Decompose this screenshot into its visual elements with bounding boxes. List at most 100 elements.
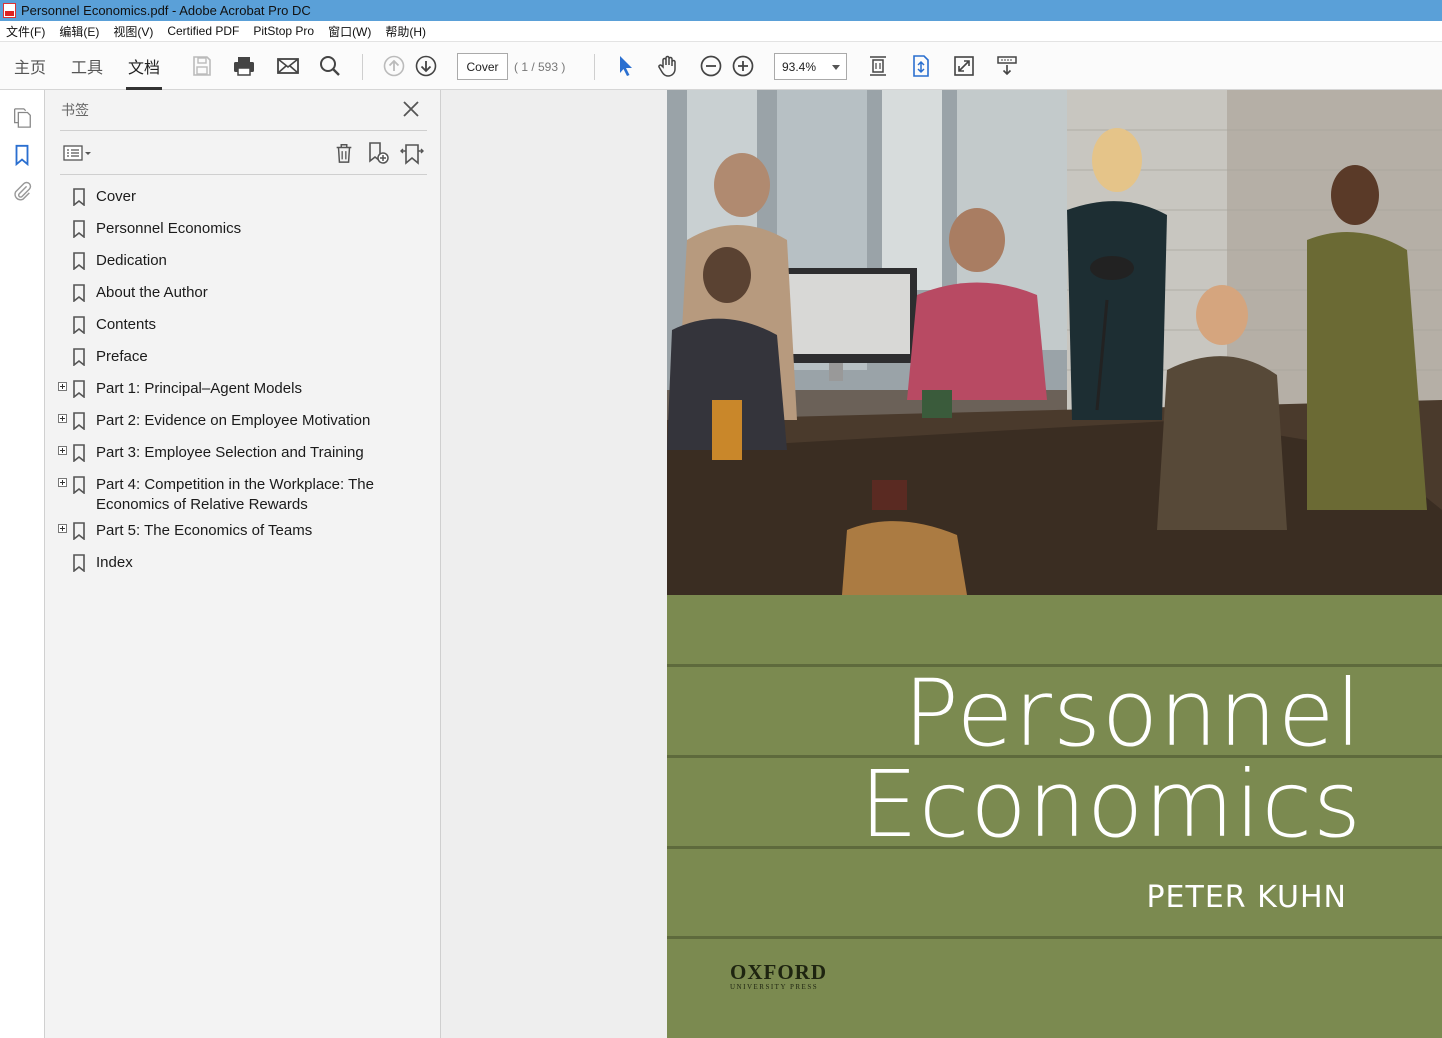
bookmark-icon: [72, 220, 86, 239]
zoom-out-icon[interactable]: [698, 42, 724, 90]
menu-certified-pdf[interactable]: Certified PDF: [167, 24, 239, 38]
bookmark-item[interactable]: Contents: [45, 314, 441, 346]
bookmark-icon: [72, 252, 86, 271]
cover-title-line-1: Personnel: [903, 660, 1362, 767]
bookmark-item[interactable]: About the Author: [45, 282, 441, 314]
expand-icon[interactable]: [58, 382, 67, 391]
menu-window[interactable]: 窗口(W): [328, 23, 371, 40]
bookmark-item[interactable]: Preface: [45, 346, 441, 378]
expand-icon[interactable]: [58, 478, 67, 487]
expand-icon[interactable]: [58, 446, 67, 455]
publisher-subtitle: UNIVERSITY PRESS: [730, 983, 819, 991]
acrobat-app-icon: [3, 3, 16, 18]
previous-page-icon[interactable]: [381, 42, 407, 90]
bookmark-label: Cover: [96, 188, 137, 205]
next-page-icon[interactable]: [413, 42, 439, 90]
menu-bar: 文件(F) 编辑(E) 视图(V) Certified PDF PitStop …: [0, 21, 1442, 42]
bookmark-item[interactable]: Index: [45, 552, 441, 584]
search-icon[interactable]: [317, 42, 343, 90]
bookmark-icon: [72, 554, 86, 573]
more-tools-icon[interactable]: [994, 42, 1020, 90]
publisher-name: OXFORD: [730, 960, 827, 984]
page-count: ( 1 / 593 ): [514, 59, 566, 74]
zoom-value: 93.4%: [782, 59, 817, 74]
bookmark-icon: [72, 284, 86, 303]
bookmark-icon: [72, 444, 86, 463]
save-icon[interactable]: [189, 42, 215, 90]
tab-home[interactable]: 主页: [12, 42, 48, 90]
bookmarks-icon[interactable]: [10, 143, 34, 167]
new-bookmark-icon[interactable]: [366, 140, 390, 166]
page-thumbnails-icon[interactable]: [10, 106, 34, 130]
bookmark-label: Part 2: Evidence on Employee Motivation: [96, 412, 371, 429]
menu-file[interactable]: 文件(F): [6, 23, 45, 40]
bookmark-label: Dedication: [96, 252, 167, 269]
bookmark-label: Contents: [96, 316, 157, 333]
bookmark-item[interactable]: Part 2: Evidence on Employee Motivation: [45, 410, 441, 442]
menu-edit[interactable]: 编辑(E): [59, 23, 99, 40]
menu-view[interactable]: 视图(V): [113, 23, 153, 40]
window-title: Personnel Economics.pdf - Adobe Acrobat …: [21, 3, 311, 18]
bookmark-icon: [72, 522, 86, 541]
bookmark-label: Index: [96, 554, 133, 571]
bookmark-label: Personnel Economics: [96, 220, 242, 237]
bookmark-item[interactable]: Part 5: The Economics of Teams: [45, 520, 441, 552]
publisher-logo: OXFORD UNIVERSITY PRESS: [730, 960, 827, 991]
bookmark-label: Preface: [96, 348, 148, 365]
title-bar: Personnel Economics.pdf - Adobe Acrobat …: [0, 0, 1442, 21]
bookmark-icon: [72, 348, 86, 367]
panel-divider: [60, 130, 427, 131]
bookmark-icon: [72, 316, 86, 335]
close-icon[interactable]: [401, 99, 421, 119]
bookmark-item[interactable]: Dedication: [45, 250, 441, 282]
hand-tool-icon[interactable]: [655, 42, 681, 90]
expand-icon[interactable]: [58, 414, 67, 423]
tab-document[interactable]: 文档: [126, 42, 162, 90]
bookmark-label: Part 1: Principal–Agent Models: [96, 380, 302, 397]
pdf-page: Personnel Economics PETER KUHN OXFORD UN…: [667, 90, 1442, 1038]
page-number-input[interactable]: Cover: [457, 53, 508, 80]
attachments-icon[interactable]: [10, 179, 34, 203]
acrobat-window: Personnel Economics.pdf - Adobe Acrobat …: [0, 0, 1442, 1038]
bookmark-icon: [72, 188, 86, 207]
bookmark-item[interactable]: Personnel Economics: [45, 218, 441, 250]
toolbar-divider: [362, 54, 363, 80]
panel-divider: [60, 174, 427, 175]
bookmark-icon: [72, 380, 86, 399]
print-icon[interactable]: [231, 42, 257, 90]
navigation-rail: [0, 90, 45, 1038]
menu-pitstop-pro[interactable]: PitStop Pro: [253, 24, 314, 38]
toolbar: 主页 工具 文档 Cover ( 1 / 593 ) 93.4%: [0, 42, 1442, 90]
bookmark-label: Part 4: Competition in the Workplace: Th…: [96, 476, 374, 513]
chevron-down-icon: [832, 65, 840, 70]
tab-tools[interactable]: 工具: [69, 42, 105, 90]
scroll-mode-icon[interactable]: [908, 42, 934, 90]
expand-bookmark-icon[interactable]: [399, 140, 425, 166]
cover-photo: [667, 90, 1442, 595]
bookmark-item[interactable]: Cover: [45, 186, 441, 218]
cover-title-line-2: Economics: [859, 751, 1362, 858]
zoom-in-icon[interactable]: [730, 42, 756, 90]
fit-page-icon[interactable]: [865, 42, 891, 90]
bookmark-icon: [72, 476, 86, 495]
bookmarks-panel: 书签 Cover Personnel Economics Dedication Abo…: [45, 90, 441, 1038]
bookmark-item[interactable]: Part 1: Principal–Agent Models: [45, 378, 441, 410]
bookmark-item[interactable]: Part 3: Employee Selection and Training: [45, 442, 441, 474]
bookmark-label: Part 5: The Economics of Teams: [96, 522, 313, 539]
select-tool-icon[interactable]: [613, 42, 639, 90]
full-screen-icon[interactable]: [951, 42, 977, 90]
email-icon[interactable]: [275, 42, 301, 90]
delete-bookmark-icon[interactable]: [332, 140, 356, 166]
cover-rule: [667, 936, 1442, 939]
bookmark-label: Part 3: Employee Selection and Training: [96, 444, 364, 461]
bookmarks-panel-title: 书签: [61, 102, 89, 118]
zoom-select[interactable]: 93.4%: [774, 53, 847, 80]
bookmark-list: Cover Personnel Economics Dedication About …: [45, 186, 441, 584]
document-area: Personnel Economics PETER KUHN OXFORD UN…: [441, 90, 1442, 1038]
toolbar-divider: [594, 54, 595, 80]
bookmark-item[interactable]: Part 4: Competition in the Workplace: Th…: [45, 474, 441, 520]
menu-help[interactable]: 帮助(H): [385, 23, 426, 40]
bookmark-icon: [72, 412, 86, 431]
expand-icon[interactable]: [58, 524, 67, 533]
options-menu-icon[interactable]: [61, 140, 95, 166]
